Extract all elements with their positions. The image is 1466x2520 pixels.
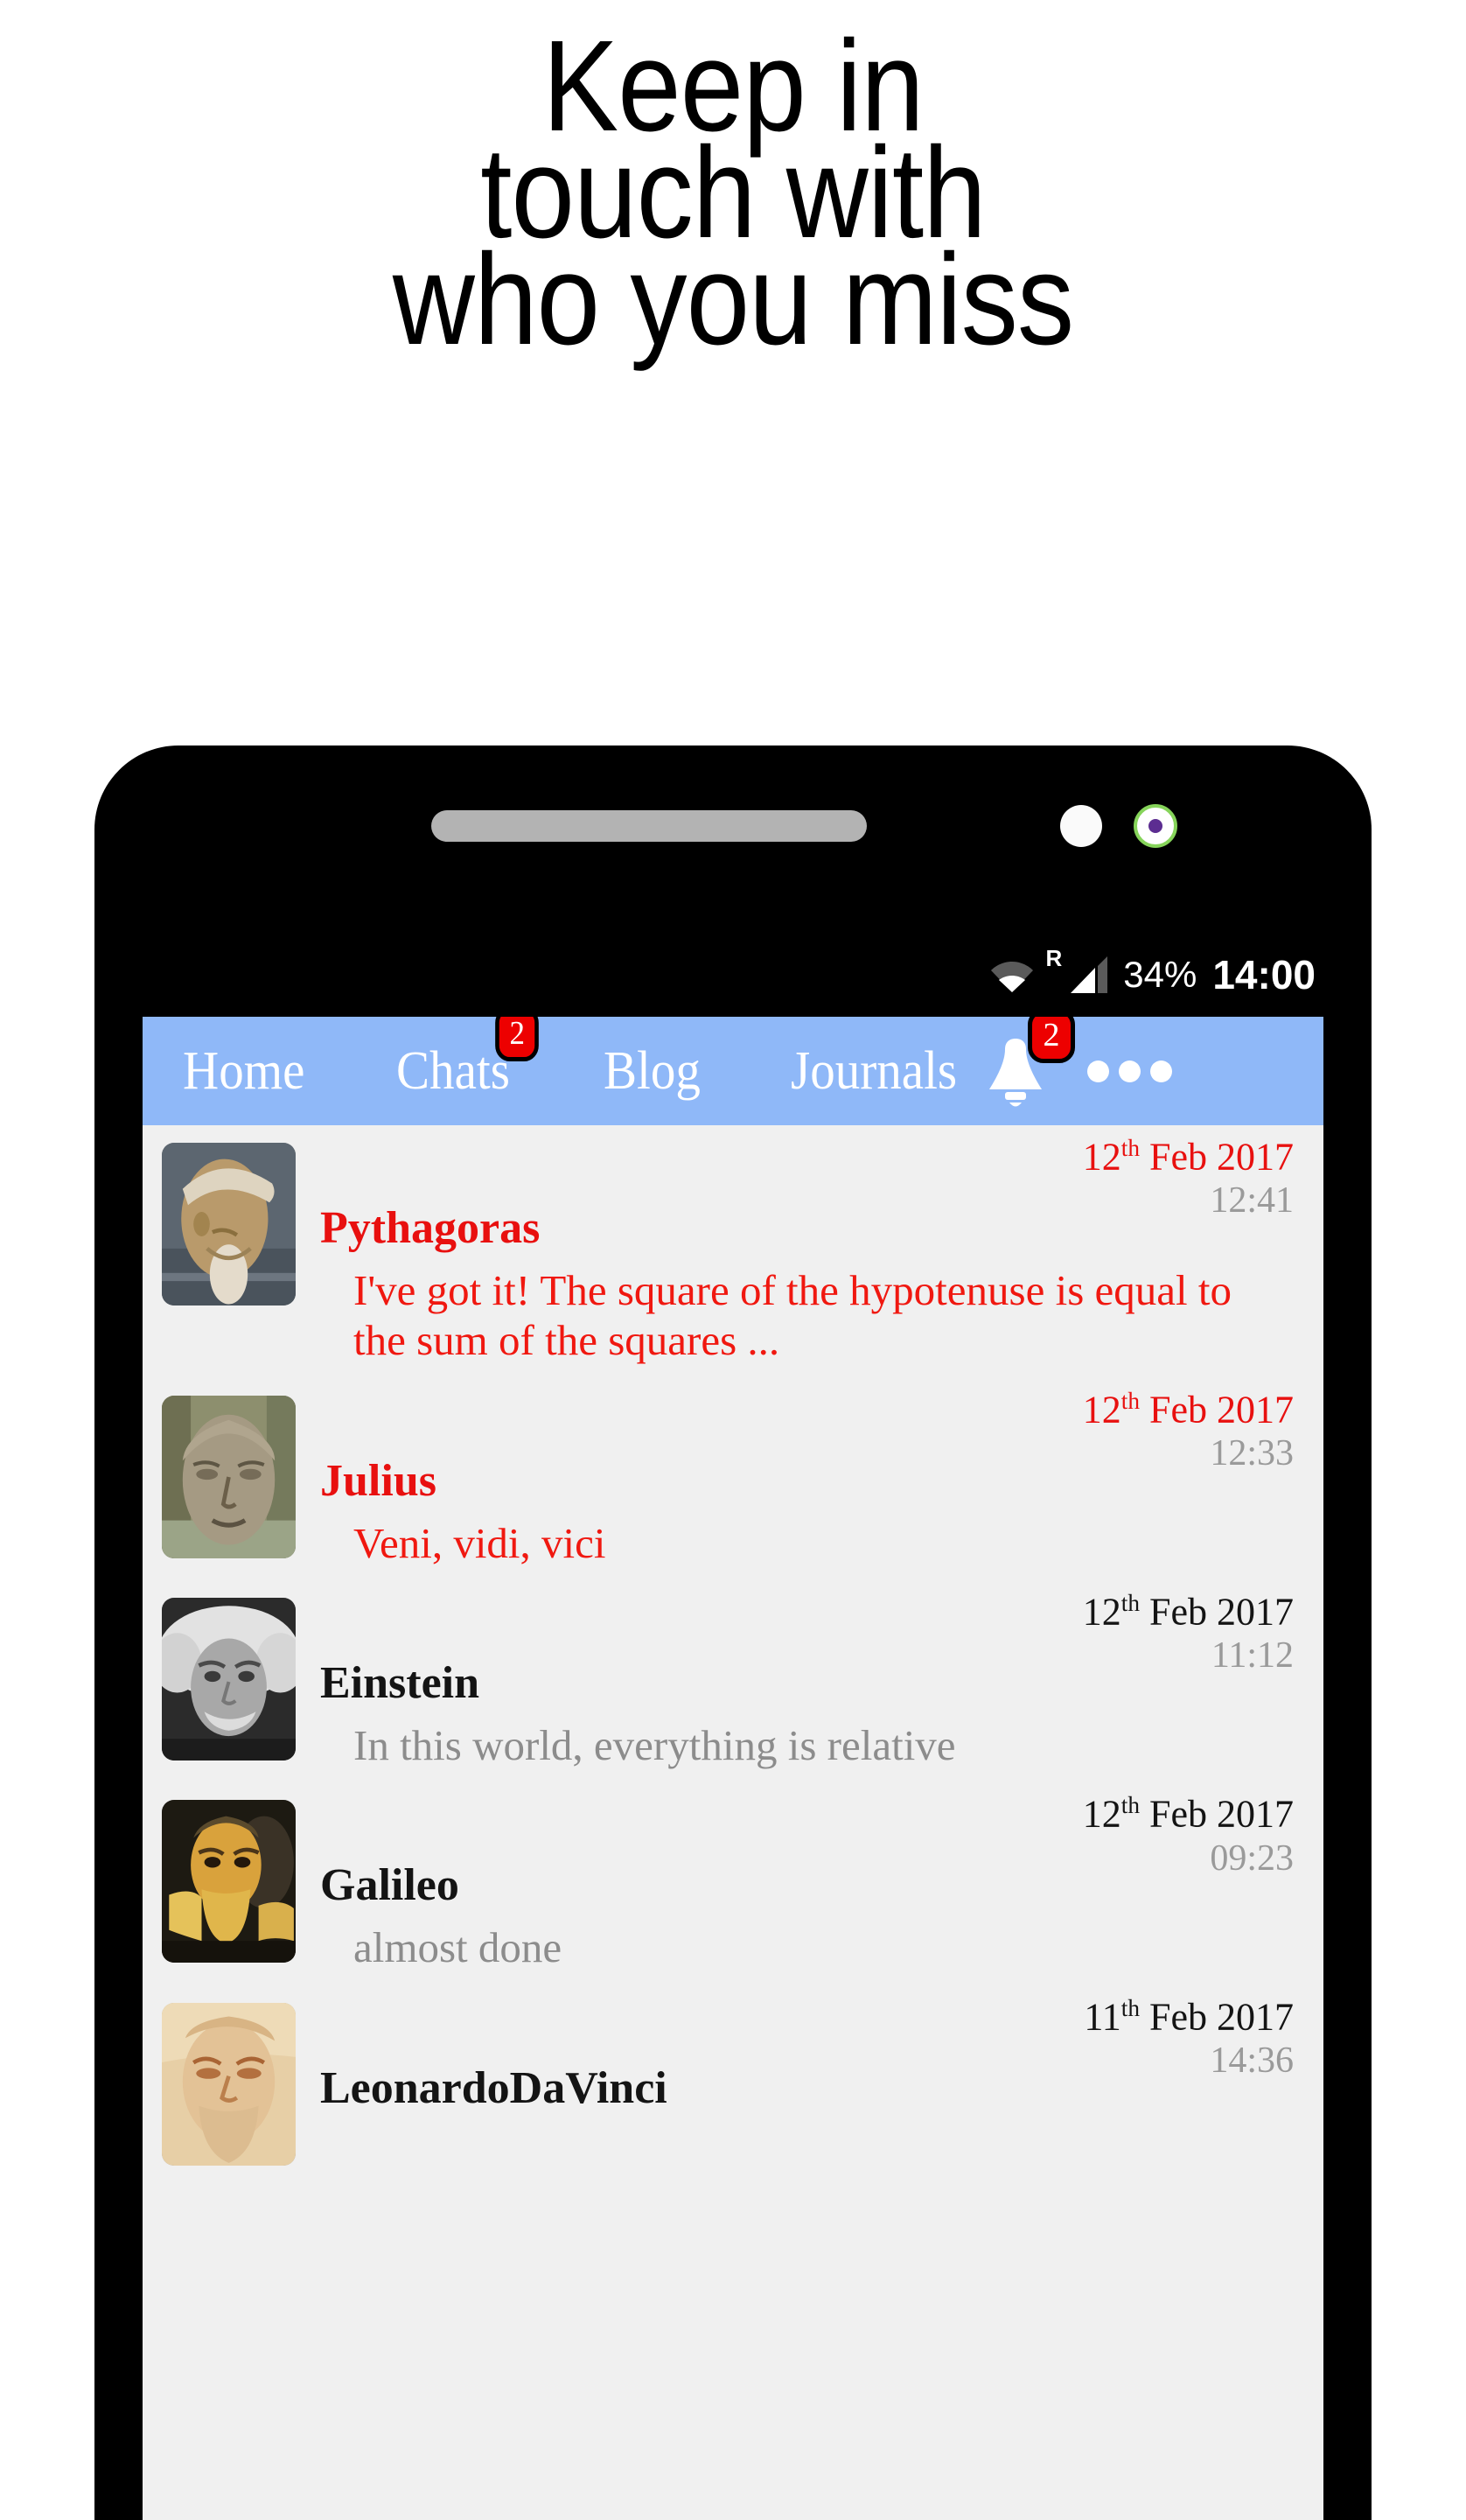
chat-meta: 12th Feb 2017 12:41 — [1083, 1136, 1294, 1221]
chat-list-item[interactable]: 12th Feb 2017 12:33 Julius Veni, vidi, v… — [143, 1378, 1323, 1580]
chat-time: 11:12 — [1211, 1635, 1294, 1676]
einstein-photo-avatar — [162, 1597, 296, 1760]
galileo-painting-avatar — [162, 1800, 296, 1964]
chat-preview-message: In this world, everything is relative — [353, 1720, 956, 1769]
chat-list: 12th Feb 2017 12:41 Pythagoras I've got … — [143, 1125, 1323, 2178]
nav-item-chats-label: Chats — [395, 1041, 510, 1101]
chat-date: 12th Feb 2017 — [1082, 1135, 1294, 1179]
app-navbar: Home Chats 2 Blog Journals 2 — [143, 1017, 1323, 1125]
notifications-badge: 2 — [1028, 1017, 1076, 1063]
davinci-drawing-avatar — [162, 2002, 296, 2166]
chat-time: 12:33 — [1210, 1432, 1294, 1474]
pythagoras-bust-avatar — [162, 1143, 296, 1306]
chat-meta: 12th Feb 2017 12:33 — [1082, 1387, 1294, 1474]
chat-date: 11th Feb 2017 — [1084, 1994, 1294, 2039]
chat-date: 12th Feb 2017 — [1082, 1387, 1294, 1432]
signal-bars-icon — [1071, 956, 1108, 993]
chat-preview-message: almost done — [353, 1923, 562, 1972]
chat-preview-message: Veni, vidi, vici — [353, 1518, 606, 1567]
proximity-sensor — [1060, 805, 1102, 847]
chat-date: 12th Feb 2017 — [1082, 1589, 1294, 1634]
status-bar: R 34% 14:00 — [94, 933, 1372, 1017]
chat-time: 12:41 — [1210, 1180, 1294, 1222]
nav-item-blog[interactable]: Blog — [604, 1044, 701, 1098]
speaker-grille — [431, 810, 867, 842]
chat-time: 09:23 — [1210, 1838, 1294, 1879]
camera-lens-dot — [1148, 819, 1162, 833]
status-clock: 14:00 — [1212, 952, 1316, 998]
chat-preview-message: I've got it! The square of the hypotenus… — [353, 1266, 1232, 1365]
chat-item-body: 12th Feb 2017 09:23 Galileo almost done — [296, 1793, 1297, 1972]
battery-percent: 34% — [1123, 954, 1197, 995]
chat-item-body: 12th Feb 2017 12:33 Julius Veni, vidi, v… — [296, 1387, 1297, 1568]
chats-unread-badge: 2 — [494, 1017, 539, 1061]
chat-date: 12th Feb 2017 — [1082, 1792, 1294, 1836]
phone-mockup: R 34% 14:00 Home Chats 2 Blog Journals 2… — [94, 746, 1372, 2520]
roaming-indicator: R — [1045, 945, 1063, 971]
nav-item-journals[interactable]: Journals — [791, 1044, 957, 1098]
chat-item-body: 12th Feb 2017 12:41 Pythagoras I've got … — [296, 1136, 1297, 1366]
overflow-dot — [1150, 1060, 1173, 1082]
wifi-icon — [990, 962, 1033, 992]
overflow-menu-icon[interactable] — [1087, 1060, 1173, 1082]
promo-headline: Keep in touch with who you miss — [88, 0, 1379, 372]
nav-item-home[interactable]: Home — [183, 1044, 304, 1098]
chat-list-item[interactable]: 12th Feb 2017 09:23 Galileo almost done — [143, 1782, 1323, 1984]
front-camera — [1134, 804, 1177, 848]
chat-item-body: 12th Feb 2017 11:12 Einstein In this wor… — [296, 1591, 1297, 1770]
nav-item-chats[interactable]: Chats 2 — [395, 1017, 539, 1101]
phone-screen: Home Chats 2 Blog Journals 2 12th Feb 20… — [143, 1017, 1323, 2520]
julius-caesar-bust-avatar — [162, 1395, 296, 1558]
chat-meta: 11th Feb 2017 14:36 — [1084, 1994, 1294, 2081]
phone-bezel — [94, 746, 1372, 875]
headline-line-3: who you miss — [392, 228, 1074, 372]
notifications-button[interactable]: 2 — [979, 1017, 1076, 1110]
chat-list-item[interactable]: 11th Feb 2017 14:36 LeonardoDaVinci — [143, 1985, 1323, 2178]
chat-item-body: 11th Feb 2017 14:36 LeonardoDaVinci — [296, 1994, 1297, 2166]
chat-time: 14:36 — [1210, 2040, 1294, 2081]
overflow-dot — [1087, 1060, 1110, 1082]
chat-meta: 12th Feb 2017 09:23 — [1083, 1793, 1294, 1878]
chat-meta: 12th Feb 2017 11:12 — [1083, 1591, 1294, 1676]
chat-list-item[interactable]: 12th Feb 2017 11:12 Einstein In this wor… — [143, 1580, 1323, 1782]
chat-list-item[interactable]: 12th Feb 2017 12:41 Pythagoras I've got … — [143, 1125, 1323, 1378]
overflow-dot — [1119, 1060, 1141, 1082]
